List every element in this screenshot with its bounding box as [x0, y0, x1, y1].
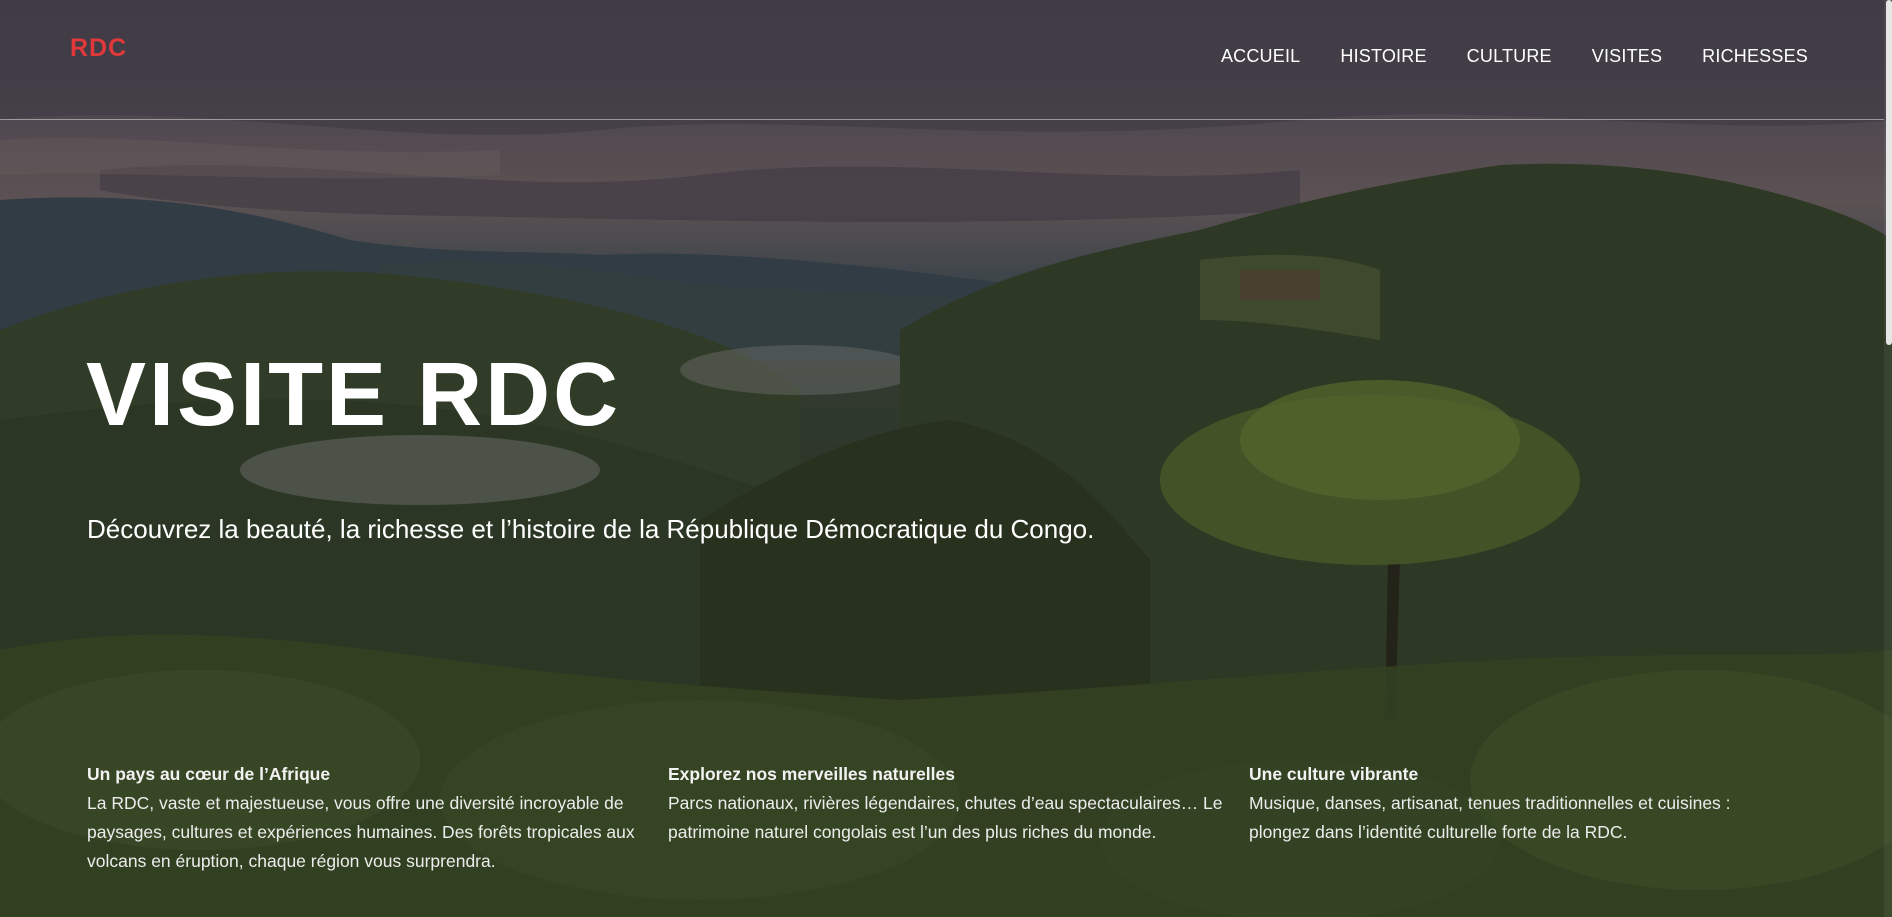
nav-culture[interactable]: CULTURE	[1467, 46, 1552, 67]
scrollbar-thumb[interactable]	[1886, 0, 1892, 345]
main-nav: ACCUEIL HISTOIRE CULTURE VISITES RICHESS…	[1221, 46, 1808, 67]
feature-title: Explorez nos merveilles naturelles	[668, 764, 955, 784]
features-section: Un pays au cœur de l’Afrique La RDC, vas…	[87, 760, 1807, 876]
feature-text: La RDC, vaste et majestueuse, vous offre…	[87, 793, 635, 871]
feature-card: Explorez nos merveilles naturelles Parcs…	[668, 760, 1228, 876]
nav-visites[interactable]: VISITES	[1592, 46, 1662, 67]
nav-histoire[interactable]: HISTOIRE	[1340, 46, 1426, 67]
nav-accueil[interactable]: ACCUEIL	[1221, 46, 1300, 67]
page: RDC ACCUEIL HISTOIRE CULTURE VISITES RIC…	[0, 0, 1892, 917]
site-logo[interactable]: RDC	[70, 34, 127, 63]
feature-card: Une culture vibrante Musique, danses, ar…	[1249, 760, 1769, 876]
feature-title: Un pays au cœur de l’Afrique	[87, 764, 331, 784]
nav-richesses[interactable]: RICHESSES	[1702, 46, 1808, 67]
feature-title: Une culture vibrante	[1249, 764, 1419, 784]
feature-text: Musique, danses, artisanat, tenues tradi…	[1249, 793, 1731, 842]
feature-text: Parcs nationaux, rivières légendaires, c…	[668, 793, 1223, 842]
hero-subtitle: Découvrez la beauté, la richesse et l’hi…	[87, 514, 1095, 544]
feature-card: Un pays au cœur de l’Afrique La RDC, vas…	[87, 760, 647, 876]
site-header: RDC ACCUEIL HISTOIRE CULTURE VISITES RIC…	[0, 0, 1884, 120]
hero-title: VISITE RDC	[86, 345, 622, 445]
